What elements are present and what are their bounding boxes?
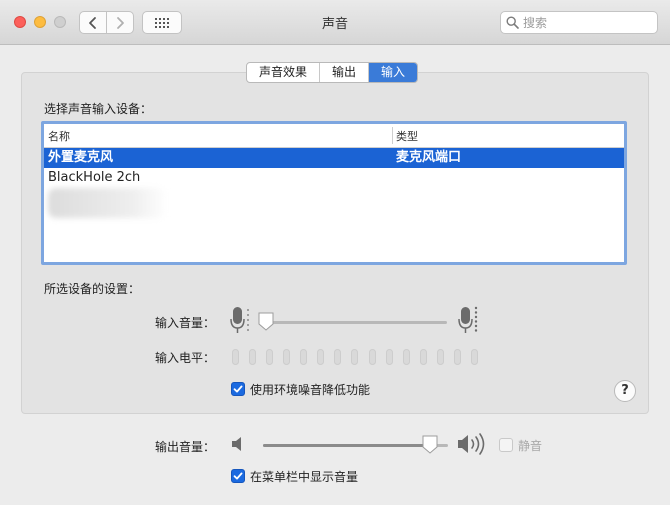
input-device-heading: 选择声音输入设备：	[44, 102, 153, 116]
help-icon: ?	[621, 383, 629, 398]
checkmark-icon	[233, 472, 243, 480]
level-segment	[368, 349, 376, 365]
sound-preferences-window: 声音 声音效果 输出 输入 选择声音输入设备： 名称 类型 外置麦克风 麦克风端…	[0, 0, 670, 505]
input-volume-track	[262, 321, 447, 324]
level-segment	[470, 349, 478, 365]
settings-heading: 所选设备的设置：	[44, 282, 141, 296]
level-segment	[402, 349, 410, 365]
table-row[interactable]: BlackHole 2ch	[44, 168, 624, 188]
level-segment	[283, 349, 291, 365]
title-bar: 声音	[0, 0, 670, 45]
search-field[interactable]	[500, 11, 658, 34]
column-header-type[interactable]: 类型	[396, 128, 418, 144]
noise-reduction-checkbox[interactable]	[231, 382, 245, 396]
show-volume-in-menubar-label: 在菜单栏中显示音量	[250, 470, 359, 484]
input-level-label: 输入电平：	[155, 351, 216, 365]
speaker-low-icon	[232, 437, 241, 451]
checkmark-icon	[233, 385, 243, 393]
device-type: 麦克风端口	[396, 150, 462, 165]
mute-label: 静音	[518, 439, 543, 453]
device-name: BlackHole 2ch	[48, 170, 141, 185]
help-button[interactable]: ?	[614, 380, 636, 402]
microphone-icon	[458, 306, 478, 333]
search-icon	[506, 16, 519, 29]
table-row[interactable]: 外置麦克风 麦克风端口	[44, 148, 624, 168]
column-header-name[interactable]: 名称	[48, 128, 70, 144]
column-divider	[392, 127, 393, 144]
level-segment	[334, 349, 342, 365]
tab-output[interactable]: 输出	[320, 63, 370, 82]
level-segment	[453, 349, 461, 365]
level-segment	[385, 349, 393, 365]
output-volume-slider[interactable]	[421, 435, 439, 455]
level-segment	[351, 349, 359, 365]
level-segment	[436, 349, 444, 365]
level-segment	[419, 349, 427, 365]
level-segment	[317, 349, 325, 365]
level-segment	[249, 349, 257, 365]
input-level-meter	[232, 349, 478, 365]
mute-checkbox[interactable]	[499, 438, 513, 452]
redacted-row	[48, 188, 168, 218]
input-volume-label: 输入音量：	[155, 316, 216, 330]
tab-sound-effects[interactable]: 声音效果	[247, 63, 321, 82]
speaker-high-icon	[458, 433, 485, 455]
search-input[interactable]	[523, 14, 653, 31]
level-segment	[300, 349, 308, 365]
table-header: 名称 类型	[44, 124, 624, 148]
show-volume-in-menubar-checkbox[interactable]	[231, 469, 245, 483]
level-segment	[266, 349, 274, 365]
noise-reduction-label: 使用环境噪音降低功能	[250, 383, 371, 397]
tab-input[interactable]: 输入	[369, 63, 418, 82]
input-volume-slider[interactable]	[257, 312, 275, 332]
microphone-icon	[230, 307, 249, 333]
tab-bar: 声音效果 输出 输入	[246, 62, 419, 83]
output-volume-label: 输出音量：	[155, 440, 216, 454]
device-name: 外置麦克风	[48, 150, 114, 165]
output-volume-fill	[263, 444, 430, 447]
input-device-table[interactable]: 名称 类型 外置麦克风 麦克风端口 BlackHole 2ch	[41, 121, 627, 265]
level-segment	[232, 349, 239, 365]
